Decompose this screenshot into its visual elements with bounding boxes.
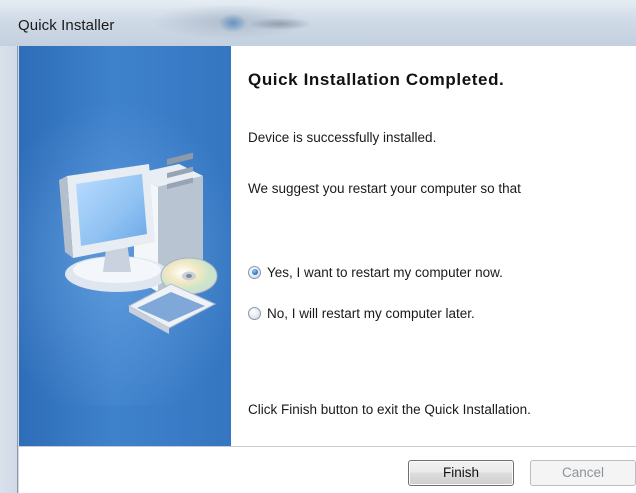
window-frame-left: [0, 46, 19, 493]
frame-edge: [17, 46, 18, 493]
finish-instruction: Click Finish button to exit the Quick In…: [248, 402, 531, 417]
computer-cd-icon: [59, 152, 218, 334]
radio-restart-now[interactable]: [248, 265, 261, 279]
restart-now-option[interactable]: Yes, I want to restart my computer now.: [248, 263, 503, 281]
status-message: Device is successfully installed.: [248, 130, 437, 145]
radio-restart-later[interactable]: [248, 306, 261, 320]
title-bar[interactable]: Quick Installer: [0, 0, 636, 46]
finish-button[interactable]: Finish: [408, 460, 514, 486]
restart-now-label[interactable]: Yes, I want to restart my computer now.: [267, 265, 503, 280]
cancel-button[interactable]: Cancel: [530, 460, 636, 486]
restart-suggestion: We suggest you restart your computer so …: [248, 181, 521, 196]
page-heading: Quick Installation Completed.: [248, 70, 505, 89]
window-title: Quick Installer: [18, 17, 115, 34]
installer-window: Quick Installer Quick Installation Compl…: [0, 0, 636, 493]
background-blur-icon: [220, 14, 246, 32]
side-banner: [19, 46, 231, 446]
background-blur-text: [250, 18, 310, 30]
restart-later-option[interactable]: No, I will restart my computer later.: [248, 304, 475, 322]
restart-later-label[interactable]: No, I will restart my computer later.: [267, 306, 475, 321]
